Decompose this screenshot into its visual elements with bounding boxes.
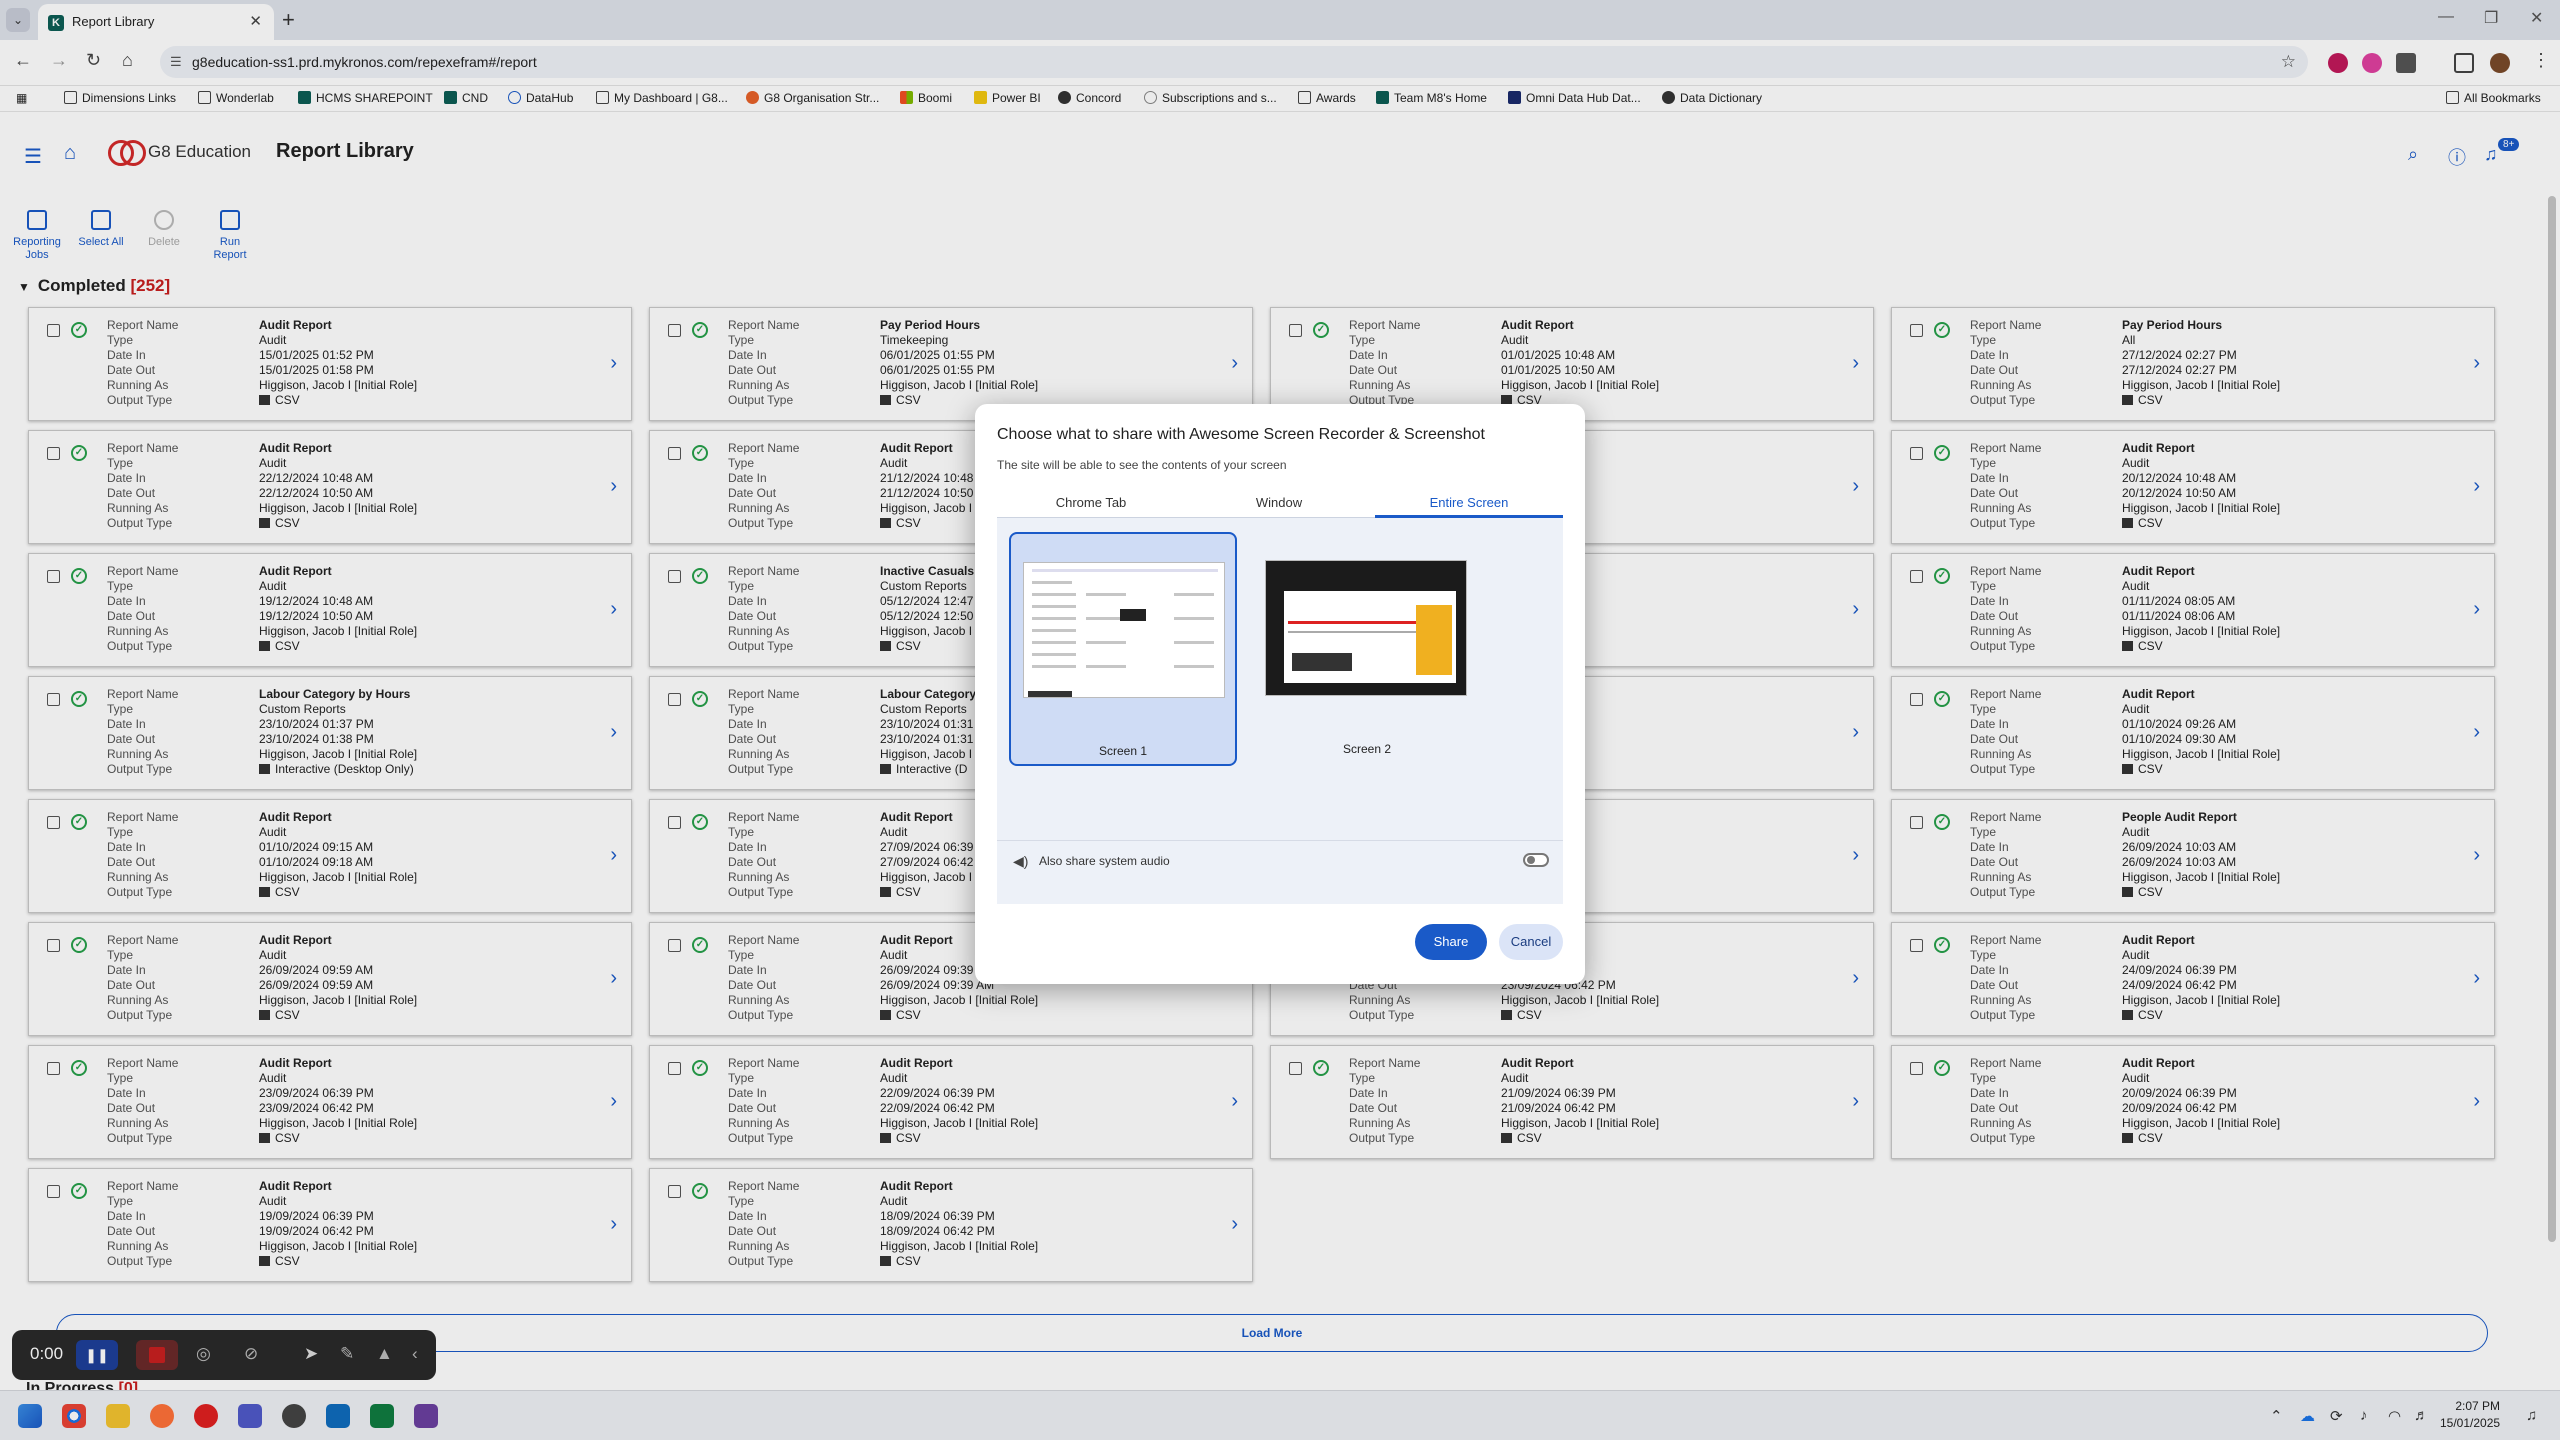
- screen-1-thumbnail: [1023, 562, 1225, 698]
- system-audio-row: ◀) Also share system audio: [997, 840, 1563, 880]
- screen-picker-panel: Screen 1 Screen 2 ◀) Also share system a…: [997, 518, 1563, 904]
- screen-2-label: Screen 2: [1342, 742, 1392, 756]
- dialog-title: Choose what to share with Awesome Screen…: [997, 426, 1485, 443]
- screen-1-option[interactable]: Screen 1: [1009, 532, 1237, 766]
- speaker-icon: ◀): [1013, 853, 1029, 869]
- screen-2-option[interactable]: Screen 2: [1253, 532, 1481, 766]
- share-screen-dialog: Choose what to share with Awesome Screen…: [975, 404, 1585, 984]
- dialog-subtitle: The site will be able to see the content…: [997, 458, 1287, 472]
- screen-2-thumbnail: [1265, 560, 1467, 696]
- share-tabs: Chrome Tab Window Entire Screen: [997, 488, 1563, 518]
- system-audio-toggle[interactable]: [1523, 853, 1549, 867]
- cancel-button[interactable]: Cancel: [1499, 924, 1563, 960]
- share-button[interactable]: Share: [1415, 924, 1487, 960]
- tab-entire-screen[interactable]: Entire Screen: [1375, 488, 1563, 518]
- tab-window[interactable]: Window: [1185, 488, 1373, 518]
- screen-1-label: Screen 1: [1098, 744, 1148, 758]
- tab-chrome-tab[interactable]: Chrome Tab: [997, 488, 1185, 518]
- system-audio-label: Also share system audio: [1039, 854, 1170, 868]
